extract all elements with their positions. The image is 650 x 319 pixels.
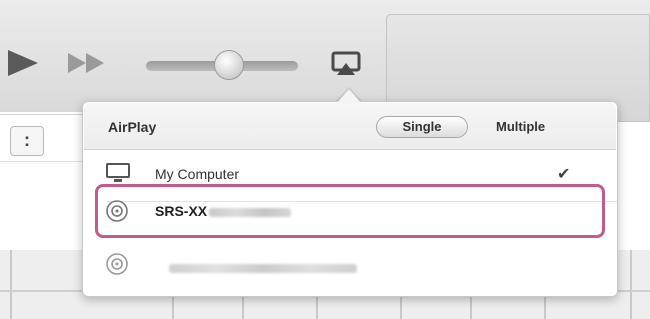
checkmark-icon: ✔	[557, 166, 571, 183]
speaker-icon	[105, 199, 129, 228]
popup-arrow	[337, 89, 361, 103]
popup-header: AirPlay Single Multiple	[84, 103, 616, 150]
airplay-icon	[331, 51, 361, 75]
mode-multiple-button[interactable]: Multiple	[496, 119, 545, 134]
view-selector[interactable]: :	[10, 126, 44, 156]
grid-line	[10, 250, 12, 319]
device-label: My Computer	[155, 166, 240, 182]
fast-forward-icon	[68, 53, 104, 73]
device-label: SRS-XX	[155, 203, 292, 219]
fast-forward-button[interactable]	[66, 50, 110, 81]
grid-line	[630, 250, 632, 319]
mode-single-button[interactable]: Single	[376, 116, 468, 138]
device-item-srs-speaker[interactable]: SRS-XX	[95, 184, 605, 238]
play-button[interactable]	[6, 48, 40, 83]
play-icon	[8, 50, 38, 76]
obscured-text	[169, 264, 357, 273]
obscured-text	[209, 207, 292, 217]
speaker-icon	[105, 252, 129, 281]
airplay-title: AirPlay	[108, 119, 157, 135]
airplay-popup: AirPlay Single Multiple My Computer ✔ SR…	[82, 101, 618, 297]
airplay-button[interactable]	[331, 51, 361, 82]
device-item-other-speaker[interactable]	[95, 242, 605, 286]
